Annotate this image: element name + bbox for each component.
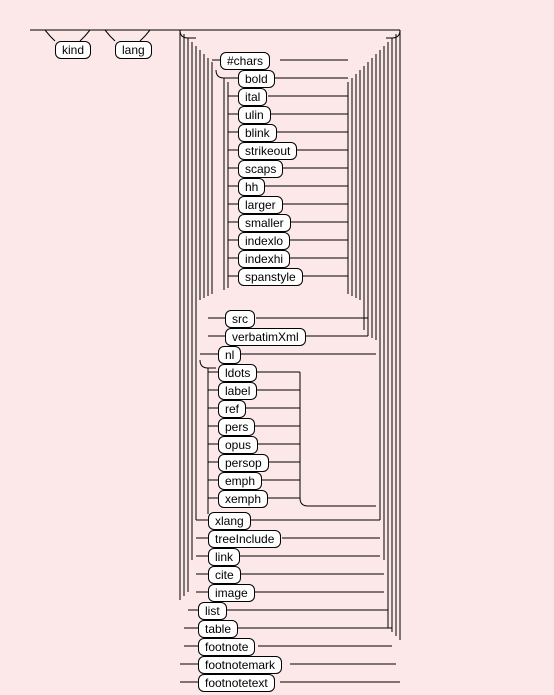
- node-bold: bold: [238, 70, 275, 88]
- node-footnotetext: footnotetext: [198, 674, 275, 692]
- node-nl: nl: [218, 346, 241, 364]
- node-indexhi: indexhi: [238, 250, 290, 268]
- node-xemph: xemph: [218, 490, 268, 508]
- node-ulin: ulin: [238, 106, 271, 124]
- node-link: link: [208, 548, 240, 566]
- node-src: src: [225, 310, 255, 328]
- node-persop: persop: [218, 454, 269, 472]
- node-ital: ital: [238, 88, 267, 106]
- node-kind: kind: [55, 41, 91, 59]
- node-xlang: xlang: [208, 512, 251, 530]
- node-table: table: [198, 620, 238, 638]
- node-scaps: scaps: [238, 160, 283, 178]
- node-opus: opus: [218, 436, 258, 454]
- node-footnotemark: footnotemark: [198, 656, 282, 674]
- node-label: label: [218, 382, 257, 400]
- node-pers: pers: [218, 418, 255, 436]
- node-verbatimxml: verbatimXml: [225, 328, 306, 346]
- node-cite: cite: [208, 566, 241, 584]
- node-larger: larger: [238, 196, 283, 214]
- node-treeinclude: treeInclude: [208, 530, 281, 548]
- node-blink: blink: [238, 124, 277, 142]
- node-spanstyle: spanstyle: [238, 268, 303, 286]
- node-smaller: smaller: [238, 214, 291, 232]
- node-hh: hh: [238, 178, 265, 196]
- node-emph: emph: [218, 472, 262, 490]
- node-lang: lang: [115, 41, 152, 59]
- node-strikeout: strikeout: [238, 142, 297, 160]
- node-ref: ref: [218, 400, 246, 418]
- node-footnote: footnote: [198, 638, 255, 656]
- node-chars: #chars: [220, 52, 270, 70]
- node-image: image: [208, 584, 255, 602]
- node-list: list: [198, 602, 227, 620]
- node-ldots: ldots: [218, 364, 257, 382]
- node-indexlo: indexlo: [238, 232, 290, 250]
